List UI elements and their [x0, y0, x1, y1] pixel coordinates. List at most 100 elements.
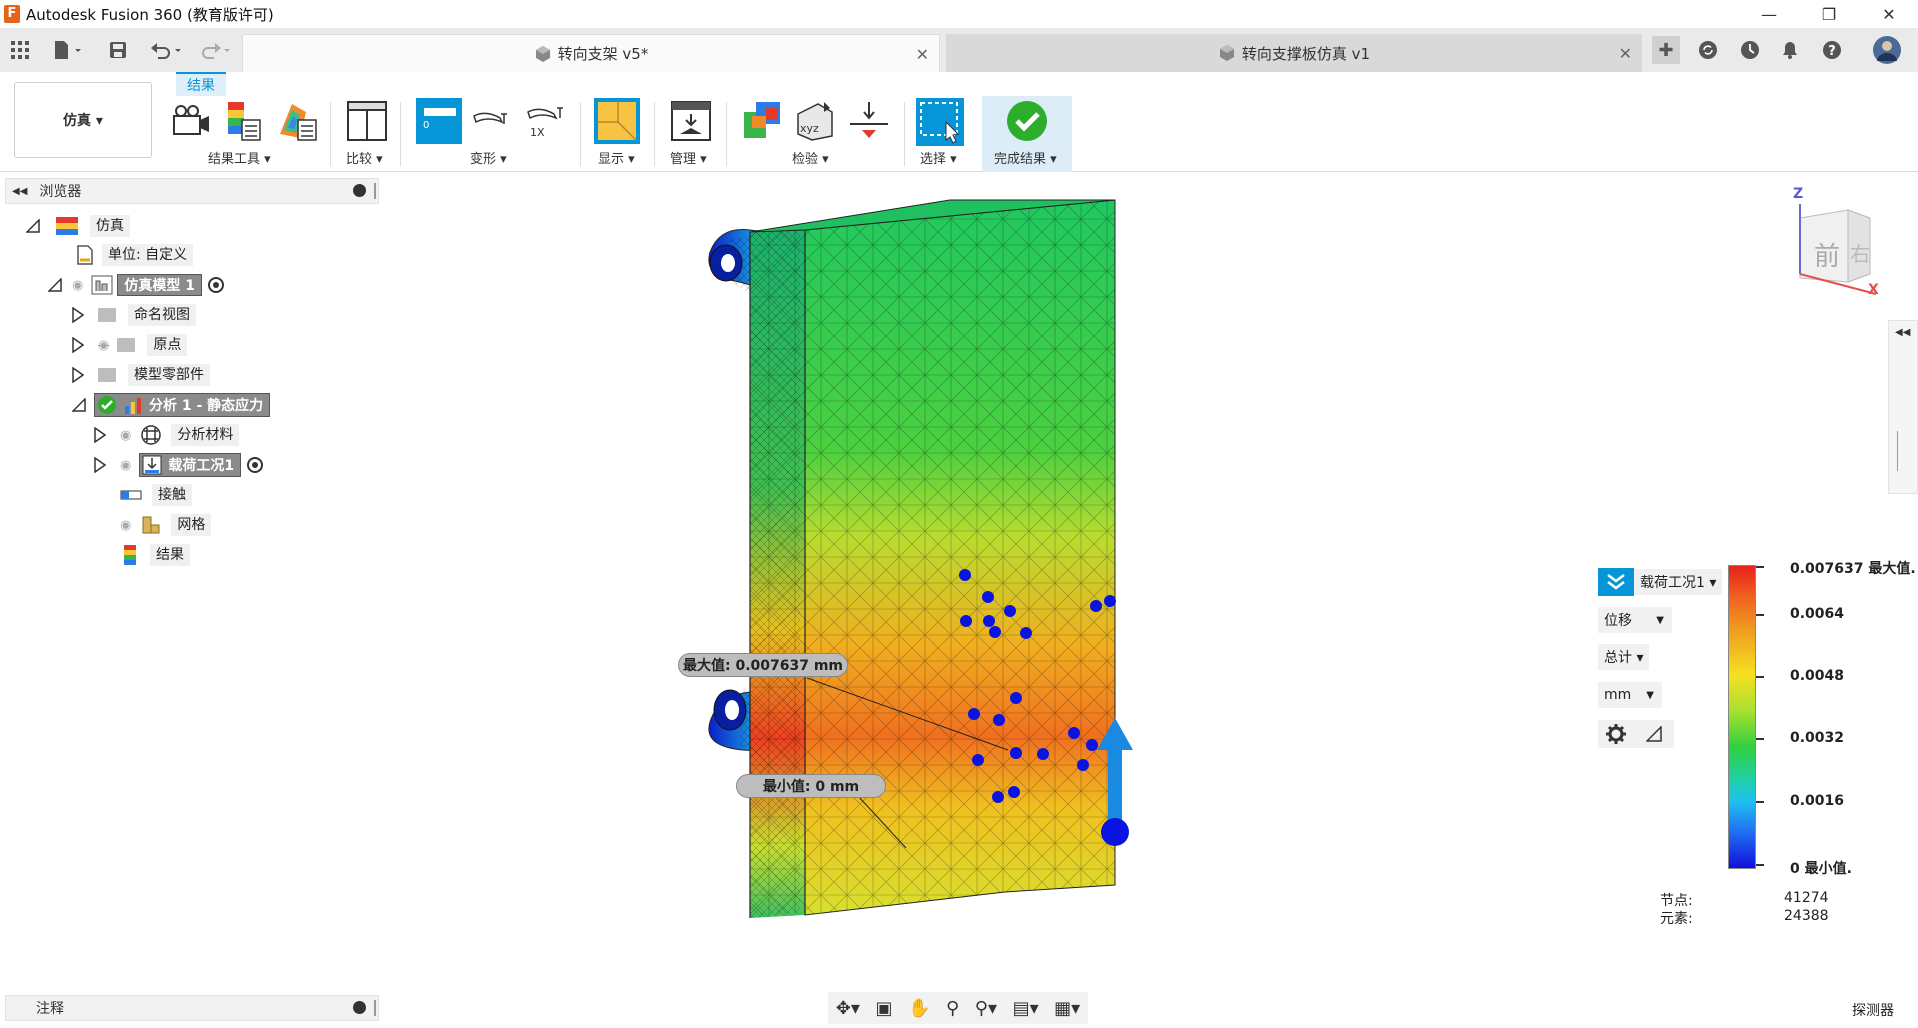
- tree-item-load-case[interactable]: ◉ 载荷工况1: [94, 453, 264, 477]
- zoom-icon[interactable]: ⚲: [946, 998, 959, 1019]
- tree-item-origin[interactable]: ◉ 原点: [72, 333, 188, 357]
- minimize-panel-icon[interactable]: [353, 184, 366, 197]
- maximize-button[interactable]: ❐: [1806, 0, 1852, 28]
- tab-steering-bracket[interactable]: 转向支架 v5* ✕: [242, 34, 940, 72]
- activate-radio-icon[interactable]: [207, 277, 224, 293]
- deform-actual-icon[interactable]: [472, 108, 514, 132]
- tree-item-model-components[interactable]: 模型零部件: [72, 363, 210, 387]
- collapsed-caret-icon[interactable]: [72, 307, 84, 323]
- display-options-icon[interactable]: [594, 98, 640, 144]
- collapsed-caret-icon[interactable]: [94, 457, 106, 473]
- tree-item-results[interactable]: 结果: [124, 543, 190, 567]
- view-cube[interactable]: 前 右 Z X: [1786, 186, 1886, 300]
- collapse-results-icon[interactable]: [1598, 568, 1634, 596]
- tree-item-simulation[interactable]: 仿真: [26, 214, 130, 238]
- min-value-callout[interactable]: 最小值: 0 mm: [736, 774, 886, 798]
- probe-panel-label[interactable]: 探测器: [1852, 1000, 1894, 1020]
- tree-item-sim-model[interactable]: ◉ 仿真模型 1: [48, 273, 224, 297]
- minimize-button[interactable]: —: [1746, 0, 1792, 28]
- pan-hand-icon[interactable]: ✋: [908, 998, 930, 1019]
- group-result-tools[interactable]: 结果工具 ▾: [208, 148, 271, 167]
- save-icon[interactable]: [104, 36, 132, 64]
- result-details-icon[interactable]: [276, 100, 318, 142]
- tab-steering-plate-sim[interactable]: 转向支撑板仿真 v1 ✕: [946, 34, 1642, 72]
- group-display[interactable]: 显示 ▾: [598, 148, 635, 167]
- help-icon[interactable]: ?: [1818, 36, 1846, 64]
- tree-item-analysis[interactable]: 分析 1 - 静态应力: [72, 393, 271, 417]
- deform-scale-input[interactable]: 0: [416, 98, 462, 144]
- orbit-icon[interactable]: ✥▾: [836, 998, 860, 1019]
- unit-dropdown[interactable]: mm ▼: [1598, 682, 1662, 708]
- expanded-caret-icon[interactable]: [72, 398, 86, 412]
- result-component-dropdown[interactable]: 总计 ▾: [1598, 644, 1650, 670]
- nodes-value: 41274: [1784, 890, 1829, 906]
- tab-results[interactable]: 结果: [176, 72, 226, 96]
- inspect-probes-icon[interactable]: [742, 100, 784, 142]
- browser-panel-header[interactable]: ◀◀ 浏览器: [5, 178, 379, 204]
- panel-resize-handle[interactable]: [374, 183, 376, 199]
- max-value-callout[interactable]: 最大值: 0.007637 mm: [678, 653, 848, 677]
- group-manage[interactable]: 管理 ▾: [670, 148, 707, 167]
- group-finish-results[interactable]: 完成结果 ▾: [994, 148, 1057, 167]
- group-deform[interactable]: 变形 ▾: [470, 148, 507, 167]
- look-at-icon[interactable]: ▣: [875, 998, 892, 1019]
- comments-panel-header[interactable]: 注释: [5, 995, 379, 1021]
- tree-item-materials[interactable]: ◉ 分析材料: [94, 423, 240, 447]
- point-probe-icon[interactable]: xyz: [794, 100, 836, 142]
- viewcube-front-face[interactable]: 前: [1814, 236, 1840, 273]
- panel-resize-handle[interactable]: [374, 1000, 376, 1016]
- collapsed-caret-icon[interactable]: [72, 367, 84, 383]
- grid-menu-icon[interactable]: [6, 36, 34, 64]
- notification-bell-icon[interactable]: [1776, 36, 1804, 64]
- close-window-button[interactable]: ✕: [1866, 0, 1912, 28]
- tree-item-mesh[interactable]: ◉ 网格: [120, 513, 212, 537]
- add-comment-icon[interactable]: [353, 1001, 366, 1014]
- group-compare[interactable]: 比较 ▾: [346, 148, 383, 167]
- collapsed-caret-icon[interactable]: [72, 337, 84, 353]
- activate-radio-icon[interactable]: [247, 457, 264, 473]
- result-type-dropdown[interactable]: 位移 ▼: [1598, 607, 1672, 633]
- manage-icon[interactable]: [670, 100, 712, 142]
- animate-camera-icon[interactable]: [172, 102, 212, 142]
- file-menu-icon[interactable]: [48, 36, 88, 64]
- close-tab-icon[interactable]: ✕: [1619, 44, 1632, 63]
- model-viewport[interactable]: [600, 180, 1200, 940]
- tree-item-units[interactable]: 单位: 自定义: [76, 243, 194, 267]
- close-tab-icon[interactable]: ✕: [916, 45, 929, 64]
- collapse-left-icon[interactable]: ◀◀: [12, 186, 27, 197]
- deform-adjusted-icon[interactable]: 1X: [526, 104, 570, 138]
- gear-icon[interactable]: [1606, 724, 1626, 744]
- job-status-icon[interactable]: [1736, 36, 1764, 64]
- collapsed-caret-icon[interactable]: [94, 427, 106, 443]
- expanded-caret-icon[interactable]: [26, 219, 40, 233]
- user-avatar[interactable]: [1872, 35, 1902, 65]
- group-select[interactable]: 选择 ▾: [920, 148, 957, 167]
- visibility-eye-icon[interactable]: ◉: [72, 278, 83, 293]
- elements-value: 24388: [1784, 908, 1829, 924]
- load-case-dropdown[interactable]: 载荷工况1 ▾: [1634, 569, 1723, 595]
- sync-icon[interactable]: [1694, 36, 1722, 64]
- expanded-caret-icon[interactable]: [48, 278, 62, 292]
- visibility-eye-icon[interactable]: ◉: [120, 458, 131, 473]
- select-window-icon[interactable]: [916, 98, 964, 146]
- surface-probe-icon[interactable]: [848, 100, 890, 142]
- hidden-eye-icon[interactable]: ◉: [98, 338, 109, 353]
- expand-corner-icon[interactable]: [1646, 726, 1662, 742]
- redo-icon[interactable]: [194, 36, 234, 64]
- workspace-switcher-button[interactable]: 仿真 ▾: [14, 82, 152, 158]
- visibility-eye-icon[interactable]: ◉: [120, 518, 131, 533]
- fit-icon[interactable]: ⚲▾: [975, 998, 997, 1019]
- expand-panel-icon[interactable]: ◀◀: [1895, 327, 1910, 338]
- compare-icon[interactable]: [346, 100, 388, 142]
- undo-icon[interactable]: [146, 36, 186, 64]
- visibility-eye-icon[interactable]: ◉: [120, 428, 131, 443]
- results-legend-icon[interactable]: [226, 100, 262, 142]
- tree-item-named-views[interactable]: 命名视图: [72, 303, 196, 327]
- viewcube-right-face[interactable]: 右: [1850, 238, 1870, 267]
- group-inspect[interactable]: 检验 ▾: [792, 148, 829, 167]
- new-tab-icon[interactable]: ✚: [1652, 36, 1680, 64]
- collapsed-side-panel[interactable]: ◀◀: [1888, 320, 1918, 494]
- tree-item-contacts[interactable]: 接触: [120, 483, 192, 507]
- display-settings-icon[interactable]: ▤▾: [1013, 998, 1039, 1019]
- grid-settings-icon[interactable]: ▦▾: [1054, 998, 1080, 1019]
